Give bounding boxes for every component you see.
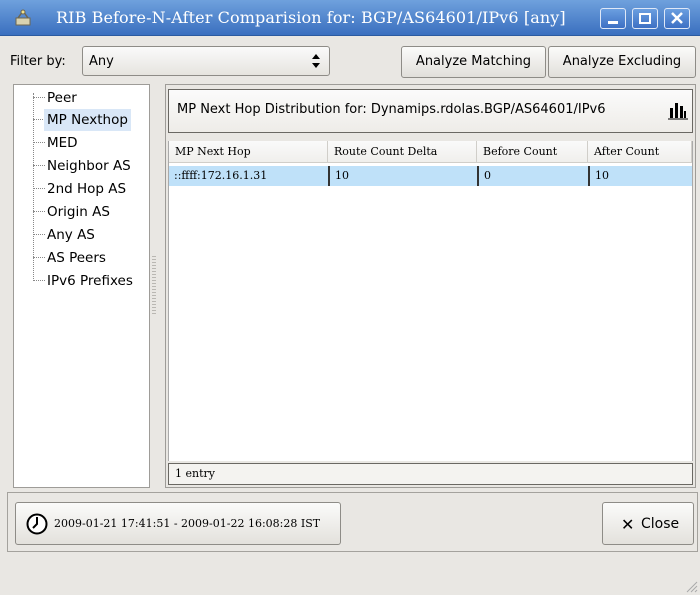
close-label: Close [641, 516, 680, 532]
resize-grip-icon[interactable] [684, 579, 698, 593]
minimize-button[interactable] [600, 8, 626, 29]
updown-arrows-icon [312, 54, 320, 68]
maximize-icon [639, 13, 651, 24]
filter-dropdown[interactable]: Any [82, 46, 330, 76]
cell-after-count: 10 [588, 166, 692, 186]
entry-count: 1 entry [175, 467, 215, 480]
network-tool-icon [15, 9, 31, 26]
distribution-table[interactable]: MP Next Hop Route Count Delta Before Cou… [168, 141, 693, 461]
bar-chart-icon[interactable] [668, 100, 688, 120]
title-bar[interactable]: RIB Before-N-After Comparision for: BGP/… [0, 0, 700, 36]
analyze-excluding-button[interactable]: Analyze Excluding [548, 46, 696, 78]
minimize-icon [608, 21, 618, 24]
x-icon: ✕ [621, 515, 635, 534]
column-header-after-count[interactable]: After Count [588, 141, 692, 163]
tree-item-peer[interactable]: Peer [14, 87, 149, 109]
tree-item-med[interactable]: MED [14, 132, 149, 154]
cell-before-count: 0 [477, 166, 588, 186]
column-header-mp-next-hop[interactable]: MP Next Hop [169, 141, 328, 163]
pane-splitter[interactable] [152, 256, 156, 316]
tree-item-as-peers[interactable]: AS Peers [14, 247, 149, 269]
column-header-before-count[interactable]: Before Count [477, 141, 588, 163]
attribute-tree[interactable]: Peer MP Nexthop MED Neighbor AS 2nd Hop … [13, 84, 150, 488]
distribution-header: MP Next Hop Distribution for: Dynamips.r… [168, 89, 693, 133]
filter-selected-value: Any [89, 54, 114, 69]
table-status-bar: 1 entry [168, 463, 693, 485]
filter-bar: Filter by: Any Analyze Matching Analyze … [0, 42, 700, 82]
tree-item-origin-as[interactable]: Origin AS [14, 201, 149, 223]
column-header-route-count-delta[interactable]: Route Count Delta [328, 141, 477, 163]
close-window-button[interactable] [664, 8, 690, 29]
time-range-text: 2009-01-21 17:41:51 - 2009-01-22 16:08:2… [54, 517, 321, 530]
maximize-button[interactable] [632, 8, 658, 29]
distribution-title: MP Next Hop Distribution for: Dynamips.r… [177, 102, 606, 117]
tree-item-mp-nexthop[interactable]: MP Nexthop [14, 109, 149, 131]
tree-item-ipv6-prefixes[interactable]: IPv6 Prefixes [14, 270, 149, 292]
close-button[interactable]: ✕ Close [602, 502, 694, 545]
distribution-panel: MP Next Hop Distribution for: Dynamips.r… [165, 84, 696, 488]
time-range-button[interactable]: 2009-01-21 17:41:51 - 2009-01-22 16:08:2… [15, 502, 341, 545]
tree-item-any-as[interactable]: Any AS [14, 224, 149, 246]
clock-icon [26, 513, 48, 535]
tree-item-neighbor-as[interactable]: Neighbor AS [14, 155, 149, 177]
analyze-matching-button[interactable]: Analyze Matching [401, 46, 546, 78]
filter-label: Filter by: [10, 54, 66, 69]
close-icon [671, 12, 683, 24]
table-row[interactable]: ::ffff:172.16.1.31 10 0 10 [169, 166, 692, 186]
tree-item-2nd-hop-as[interactable]: 2nd Hop AS [14, 178, 149, 200]
cell-mp-next-hop: ::ffff:172.16.1.31 [174, 169, 268, 182]
window-title: RIB Before-N-After Comparision for: BGP/… [56, 8, 566, 27]
cell-route-count-delta: 10 [328, 166, 477, 186]
